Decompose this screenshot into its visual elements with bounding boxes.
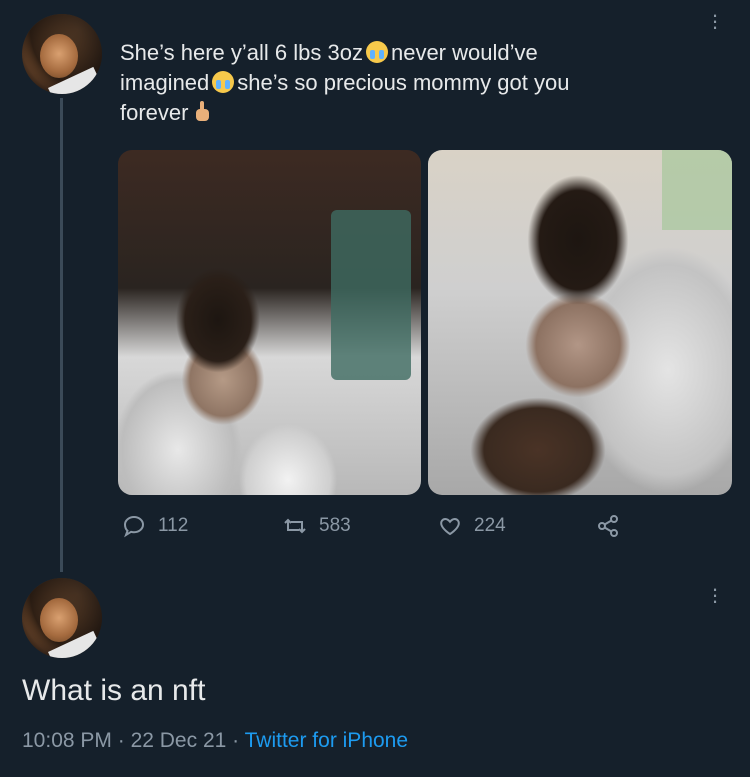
reply-time[interactable]: 10:08 PM <box>22 729 112 752</box>
tweet-photo-1[interactable] <box>118 150 421 495</box>
thread-connector-line <box>60 98 63 572</box>
reply-author-avatar[interactable] <box>22 578 102 658</box>
tweet-text-part: forever <box>120 100 189 125</box>
tweet-text-part: never would’ve <box>390 40 538 65</box>
reply-date[interactable]: 22 Dec 21 <box>131 729 227 752</box>
like-button[interactable]: 224 <box>438 512 506 540</box>
tweet-text-part: she’s so precious mommy got you <box>237 70 570 95</box>
like-count: 224 <box>474 515 506 536</box>
reply-count: 112 <box>158 515 189 536</box>
tweet-text-part: imagined <box>120 70 210 95</box>
more-options-icon[interactable]: · · · <box>710 4 720 38</box>
author-avatar[interactable] <box>22 14 102 94</box>
retweet-button[interactable]: 583 <box>283 512 351 540</box>
meta-separator: · <box>232 729 240 752</box>
crossed-fingers-icon <box>191 101 211 123</box>
share-icon <box>598 515 618 537</box>
retweet-icon <box>284 518 306 534</box>
heart-icon <box>440 517 460 536</box>
reply-source-link[interactable]: Twitter for iPhone <box>245 729 408 752</box>
tweet-text-part: She’s here y’all 6 lbs 3oz <box>120 40 363 65</box>
reply-icon <box>123 515 145 538</box>
reply-more-options-icon[interactable]: · · · <box>710 578 720 612</box>
retweet-count: 583 <box>319 515 351 536</box>
tweet-text: She’s here y’all 6 lbs 3oz never would’ve… <box>120 38 720 128</box>
loudly-crying-face-icon <box>212 71 235 93</box>
reply-button[interactable]: 112 <box>122 512 188 540</box>
reply-text: What is an nft <box>22 674 206 707</box>
tweet-photo-2[interactable] <box>428 150 732 495</box>
reply-meta: 10:08 PM · 22 Dec 21 · Twitter for iPhon… <box>22 729 408 753</box>
loudly-crying-face-icon <box>365 41 388 63</box>
meta-separator: · <box>117 729 125 752</box>
share-button[interactable] <box>596 512 632 540</box>
